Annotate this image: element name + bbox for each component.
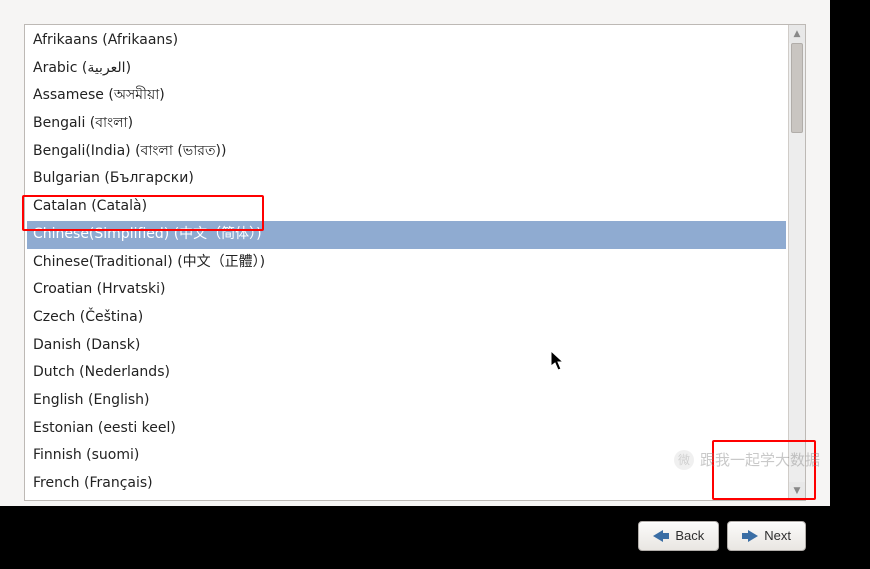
language-item-label: Chinese(Simplified) (中文（简体）) (33, 226, 262, 242)
language-item-label: Czech (Čeština) (33, 309, 143, 325)
back-button[interactable]: Back (638, 521, 719, 551)
button-row: Back Next (0, 511, 830, 569)
language-item-label: English (English) (33, 392, 149, 408)
language-item-label: Afrikaans (Afrikaans) (33, 32, 178, 48)
language-item[interactable]: Finnish (suomi) (27, 442, 786, 470)
language-item[interactable]: Afrikaans (Afrikaans) (27, 27, 786, 55)
language-item[interactable]: Bengali (বাংলা) (27, 110, 786, 138)
installer-window: Afrikaans (Afrikaans) Arabic (العربية) Ass… (0, 0, 830, 506)
language-item[interactable]: Danish (Dansk) (27, 332, 786, 360)
language-item[interactable]: Croatian (Hrvatski) (27, 276, 786, 304)
language-item[interactable]: Bengali(India) (বাংলা (ভারত)) (27, 138, 786, 166)
language-item-label: Catalan (Català) (33, 198, 147, 214)
scrollbar[interactable]: ▲ ▼ (788, 25, 805, 500)
language-item-label: Danish (Dansk) (33, 337, 140, 353)
language-item[interactable]: Arabic (العربية) (27, 55, 786, 83)
language-item-label: Bulgarian (Български) (33, 170, 194, 186)
language-item-label: Assamese (অসমীয়া) (33, 87, 165, 103)
language-item-label: Chinese(Traditional) (中文（正體）) (33, 254, 265, 270)
next-button-label: Next (764, 528, 791, 543)
language-item-label: French (Français) (33, 475, 153, 491)
language-item[interactable]: English (English) (27, 387, 786, 415)
language-item[interactable]: Estonian (eesti keel) (27, 415, 786, 443)
language-item-label: Dutch (Nederlands) (33, 364, 170, 380)
language-item[interactable]: French (Français) (27, 470, 786, 498)
language-item[interactable]: Bulgarian (Български) (27, 165, 786, 193)
scroll-up-icon[interactable]: ▲ (789, 25, 805, 43)
language-item[interactable]: Chinese(Simplified) (中文（简体）) (27, 221, 786, 249)
language-item[interactable]: Catalan (Català) (27, 193, 786, 221)
language-item-label: Bengali(India) (বাংলা (ভারত)) (33, 143, 226, 159)
language-list-container: Afrikaans (Afrikaans) Arabic (العربية) Ass… (24, 24, 806, 501)
scroll-down-icon[interactable]: ▼ (789, 482, 805, 500)
arrow-left-icon (653, 530, 669, 542)
language-item-label: Bengali (বাংলা) (33, 115, 133, 131)
scroll-thumb[interactable] (791, 43, 803, 133)
language-item-label: Arabic (العربية) (33, 60, 131, 76)
language-item[interactable]: Chinese(Traditional) (中文（正體）) (27, 249, 786, 277)
arrow-right-icon (742, 530, 758, 542)
language-item-label: Estonian (eesti keel) (33, 420, 176, 436)
language-item-label: Finnish (suomi) (33, 447, 139, 463)
content-area: Afrikaans (Afrikaans) Arabic (العربية) Ass… (0, 0, 830, 511)
language-item[interactable]: Czech (Čeština) (27, 304, 786, 332)
back-button-label: Back (675, 528, 704, 543)
language-list-viewport: Afrikaans (Afrikaans) Arabic (العربية) Ass… (25, 25, 788, 500)
language-item[interactable]: Assamese (অসমীয়া) (27, 82, 786, 110)
language-list[interactable]: Afrikaans (Afrikaans) Arabic (العربية) Ass… (25, 25, 788, 500)
next-button[interactable]: Next (727, 521, 806, 551)
language-item[interactable]: Dutch (Nederlands) (27, 359, 786, 387)
language-item-label: Croatian (Hrvatski) (33, 281, 166, 297)
